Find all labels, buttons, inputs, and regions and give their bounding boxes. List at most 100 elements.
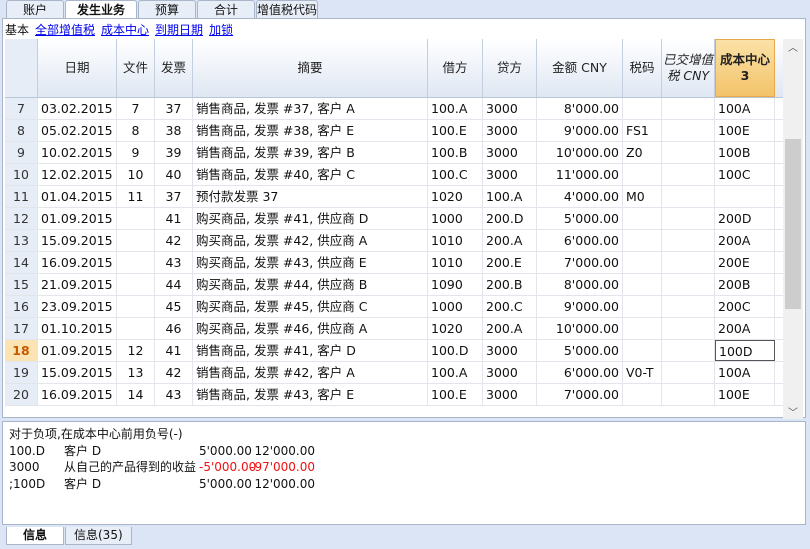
cell-invoice[interactable]: 37 — [155, 186, 193, 207]
cell-vat-paid[interactable] — [662, 230, 715, 251]
cell-description[interactable]: 销售商品, 发票 #40, 客户 C — [193, 164, 428, 185]
cell-date[interactable]: 05.02.2015 — [38, 120, 117, 141]
cell-invoice[interactable]: 45 — [155, 296, 193, 317]
cell-vat-paid[interactable] — [662, 98, 715, 119]
cell-debit[interactable]: 100.B — [428, 142, 483, 163]
cell-date[interactable]: 01.04.2015 — [38, 186, 117, 207]
cell-debit[interactable]: 1000 — [428, 296, 483, 317]
cell-vat-paid[interactable] — [662, 274, 715, 295]
view-cost-center[interactable]: 成本中心 — [101, 21, 149, 38]
cell-doc[interactable] — [117, 252, 155, 273]
cell-amount[interactable]: 10'000.00 — [537, 142, 623, 163]
cell-amount[interactable]: 4'000.00 — [537, 186, 623, 207]
cell-description[interactable]: 销售商品, 发票 #42, 客户 A — [193, 362, 428, 383]
cell-amount[interactable]: 8'000.00 — [537, 274, 623, 295]
cell-credit[interactable]: 200.E — [483, 252, 537, 273]
cell-date[interactable]: 10.02.2015 — [38, 142, 117, 163]
cell-description[interactable]: 预付款发票 37 — [193, 186, 428, 207]
cell-debit[interactable]: 1020 — [428, 318, 483, 339]
cell-amount[interactable]: 7'000.00 — [537, 384, 623, 405]
header-date[interactable]: 日期 — [38, 39, 117, 97]
cell-cost-center[interactable] — [715, 186, 775, 207]
cell-vat-code[interactable]: Z0 — [623, 142, 662, 163]
cell-doc[interactable]: 12 — [117, 340, 155, 361]
cell-credit[interactable]: 100.A — [483, 186, 537, 207]
header-doc[interactable]: 文件 — [117, 39, 155, 97]
cell-credit[interactable]: 3000 — [483, 164, 537, 185]
cell-date[interactable]: 03.02.2015 — [38, 98, 117, 119]
table-row[interactable]: 8 05.02.2015 8 38 销售商品, 发票 #38, 客户 E 100.E 300… — [5, 120, 783, 142]
tab-transactions[interactable]: 发生业务 — [65, 0, 137, 19]
cell-vat-paid[interactable] — [662, 186, 715, 207]
tab-info[interactable]: 信息 — [6, 527, 64, 545]
cell-debit[interactable]: 100.C — [428, 164, 483, 185]
cell-invoice[interactable]: 46 — [155, 318, 193, 339]
scrollbar-thumb[interactable] — [785, 139, 801, 309]
cell-debit[interactable]: 100.A — [428, 98, 483, 119]
cell-date[interactable]: 21.09.2015 — [38, 274, 117, 295]
cell-description[interactable]: 购买商品, 发票 #46, 供应商 A — [193, 318, 428, 339]
cell-date[interactable]: 01.09.2015 — [38, 340, 117, 361]
cell-description[interactable]: 购买商品, 发票 #45, 供应商 C — [193, 296, 428, 317]
cell-credit[interactable]: 200.A — [483, 318, 537, 339]
table-row[interactable]: 17 01.10.2015 46 购买商品, 发票 #46, 供应商 A 1020 200… — [5, 318, 783, 340]
cell-date[interactable]: 23.09.2015 — [38, 296, 117, 317]
cell-cost-center[interactable]: 100D — [715, 340, 775, 361]
cell-vat-code[interactable] — [623, 384, 662, 405]
table-row[interactable]: 9 10.02.2015 9 39 销售商品, 发票 #39, 客户 B 100.B 300… — [5, 142, 783, 164]
table-row[interactable]: 11 01.04.2015 11 37 预付款发票 37 1020 100.A 4'000.0… — [5, 186, 783, 208]
cell-invoice[interactable]: 37 — [155, 98, 193, 119]
cell-credit[interactable]: 3000 — [483, 120, 537, 141]
cell-credit[interactable]: 3000 — [483, 98, 537, 119]
header-amount[interactable]: 金额 CNY — [537, 39, 623, 97]
table-row[interactable]: 7 03.02.2015 7 37 销售商品, 发票 #37, 客户 A 100.A 300… — [5, 98, 783, 120]
cell-amount[interactable]: 5'000.00 — [537, 340, 623, 361]
table-row[interactable]: 15 21.09.2015 44 购买商品, 发票 #44, 供应商 B 1090 200… — [5, 274, 783, 296]
cell-invoice[interactable]: 44 — [155, 274, 193, 295]
cell-cost-center[interactable]: 100C — [715, 164, 775, 185]
cell-description[interactable]: 销售商品, 发票 #43, 客户 E — [193, 384, 428, 405]
view-all-vat[interactable]: 全部增值税 — [35, 21, 95, 38]
cell-debit[interactable]: 1010 — [428, 230, 483, 251]
view-lock[interactable]: 加锁 — [209, 21, 233, 38]
cell-invoice[interactable]: 43 — [155, 384, 193, 405]
tab-budget[interactable]: 预算 — [138, 0, 196, 19]
cell-vat-paid[interactable] — [662, 252, 715, 273]
cell-amount[interactable]: 10'000.00 — [537, 318, 623, 339]
cell-invoice[interactable]: 42 — [155, 362, 193, 383]
cell-cost-center[interactable]: 100E — [715, 384, 775, 405]
cell-invoice[interactable]: 42 — [155, 230, 193, 251]
cell-vat-paid[interactable] — [662, 120, 715, 141]
cell-doc[interactable] — [117, 274, 155, 295]
cell-cost-center[interactable]: 200E — [715, 252, 775, 273]
tab-accounts[interactable]: 账户 — [6, 0, 64, 19]
cell-cost-center[interactable]: 100B — [715, 142, 775, 163]
cell-vat-paid[interactable] — [662, 362, 715, 383]
cell-cost-center[interactable]: 100A — [715, 98, 775, 119]
cell-invoice[interactable]: 43 — [155, 252, 193, 273]
cell-vat-code[interactable] — [623, 252, 662, 273]
cell-doc[interactable] — [117, 230, 155, 251]
cell-vat-paid[interactable] — [662, 318, 715, 339]
cell-credit[interactable]: 200.C — [483, 296, 537, 317]
cell-doc[interactable] — [117, 296, 155, 317]
cell-vat-code[interactable] — [623, 318, 662, 339]
cell-credit[interactable]: 200.A — [483, 230, 537, 251]
cell-vat-code[interactable] — [623, 340, 662, 361]
table-row[interactable]: 14 16.09.2015 43 购买商品, 发票 #43, 供应商 E 1010 200… — [5, 252, 783, 274]
cell-amount[interactable]: 7'000.00 — [537, 252, 623, 273]
cell-cost-center[interactable]: 200B — [715, 274, 775, 295]
cell-debit[interactable]: 100.D — [428, 340, 483, 361]
cell-amount[interactable]: 6'000.00 — [537, 362, 623, 383]
cell-doc[interactable] — [117, 208, 155, 229]
cell-vat-paid[interactable] — [662, 340, 715, 361]
header-description[interactable]: 摘要 — [193, 39, 428, 97]
cell-debit[interactable]: 1010 — [428, 252, 483, 273]
vertical-scrollbar[interactable]: ︿ ﹀ — [783, 39, 803, 419]
cell-description[interactable]: 购买商品, 发票 #43, 供应商 E — [193, 252, 428, 273]
cell-credit[interactable]: 200.B — [483, 274, 537, 295]
table-row[interactable]: 13 15.09.2015 42 购买商品, 发票 #42, 供应商 A 1010 200… — [5, 230, 783, 252]
cell-debit[interactable]: 100.E — [428, 384, 483, 405]
cell-date[interactable]: 01.10.2015 — [38, 318, 117, 339]
cell-date[interactable]: 01.09.2015 — [38, 208, 117, 229]
